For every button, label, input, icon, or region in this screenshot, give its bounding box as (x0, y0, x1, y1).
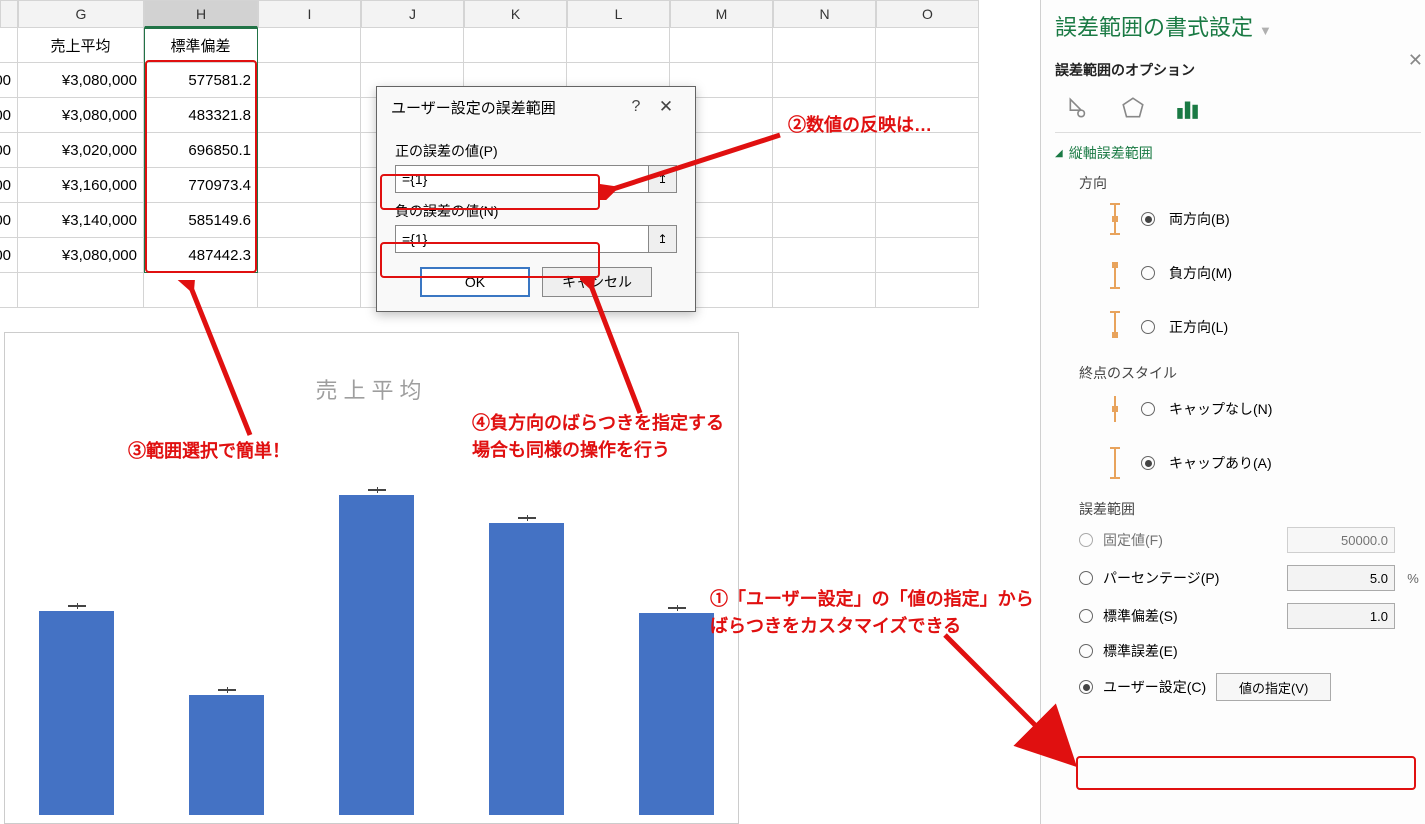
panel-title: 誤差範囲の書式設定▼ (1055, 10, 1421, 42)
col-header-I[interactable]: I (258, 0, 361, 28)
close-icon[interactable]: ✕ (651, 97, 681, 117)
chart-title: 売上平均 (5, 373, 738, 405)
chart[interactable]: 売上平均 (4, 332, 739, 824)
col-header-M[interactable]: M (670, 0, 773, 28)
specify-value-button[interactable]: 値の指定(V) (1216, 673, 1331, 701)
col-header-N[interactable]: N (773, 0, 876, 28)
col-header-L[interactable]: L (567, 0, 670, 28)
negative-error-input[interactable] (395, 225, 649, 253)
negative-error-label: 負の誤差の値(N) (395, 201, 677, 221)
fixed-value-input[interactable] (1287, 527, 1395, 553)
direction-both-label: 両方向(B) (1169, 209, 1230, 229)
cell[interactable] (0, 28, 18, 63)
stdev-input[interactable] (1287, 603, 1395, 629)
cap-none-radio[interactable] (1141, 402, 1155, 416)
positive-error-label: 正の誤差の値(P) (395, 141, 677, 161)
cell-header-G[interactable]: 売上平均 (18, 28, 144, 63)
help-icon[interactable]: ? (621, 98, 651, 116)
col-header-O[interactable]: O (876, 0, 979, 28)
ok-button[interactable]: OK (420, 267, 530, 297)
close-icon[interactable]: ✕ (1408, 50, 1423, 71)
cell-header-H[interactable]: 標準偏差 (144, 28, 258, 63)
fill-line-tab-icon[interactable] (1065, 94, 1093, 122)
cell[interactable]: 577581.2 (144, 63, 258, 98)
stderr-radio[interactable] (1079, 644, 1093, 658)
col-header-F[interactable] (0, 0, 18, 28)
range-select-icon[interactable]: ↥ (649, 225, 677, 253)
direction-both-radio[interactable] (1141, 212, 1155, 226)
direction-plus-radio[interactable] (1141, 320, 1155, 334)
chevron-down-icon[interactable]: ▼ (1259, 23, 1272, 38)
plus-direction-icon (1103, 309, 1127, 345)
cell[interactable]: ¥3,080,000 (18, 63, 144, 98)
positive-error-input[interactable] (395, 165, 649, 193)
both-direction-icon (1103, 201, 1127, 237)
error-amount-group-label: 誤差範囲 (1079, 499, 1421, 519)
percentage-radio[interactable] (1079, 571, 1093, 585)
direction-group-label: 方向 (1079, 173, 1421, 193)
col-header-H[interactable]: H (144, 0, 258, 28)
stdev-radio[interactable] (1079, 609, 1093, 623)
custom-error-bar-dialog: ユーザー設定の誤差範囲 ? ✕ 正の誤差の値(P) ↥ 負の誤差の値(N) ↥ … (376, 86, 696, 312)
user-defined-radio[interactable] (1079, 680, 1093, 694)
range-select-icon[interactable]: ↥ (649, 165, 677, 193)
cap-with-radio[interactable] (1141, 456, 1155, 470)
annotation-1: ①「ユーザー設定」の「値の指定」から ばらつきをカスタマイズできる (710, 586, 1034, 640)
error-bar-options-tab-icon[interactable] (1173, 94, 1201, 122)
column-headers: G H I J K L M N O (0, 0, 1000, 28)
dialog-title: ユーザー設定の誤差範囲 (391, 97, 556, 118)
format-error-bars-panel: 誤差範囲の書式設定▼ ✕ 誤差範囲のオプション ◢縦軸誤差範囲 方向 両方向(B… (1040, 0, 1425, 824)
minus-direction-icon (1103, 255, 1127, 291)
with-cap-icon (1103, 445, 1127, 481)
section-vertical-error-bar[interactable]: ◢縦軸誤差範囲 (1055, 143, 1421, 163)
col-header-J[interactable]: J (361, 0, 464, 28)
fixed-value-radio[interactable] (1079, 533, 1093, 547)
chart-plot-area (5, 435, 738, 815)
endstyle-group-label: 終点のスタイル (1079, 363, 1421, 383)
cancel-button[interactable]: キャンセル (542, 267, 652, 297)
col-header-G[interactable]: G (18, 0, 144, 28)
panel-subtitle: 誤差範囲のオプション (1055, 60, 1421, 80)
effects-tab-icon[interactable] (1119, 94, 1147, 122)
direction-minus-radio[interactable] (1141, 266, 1155, 280)
no-cap-icon (1103, 391, 1127, 427)
percentage-input[interactable] (1287, 565, 1395, 591)
col-header-K[interactable]: K (464, 0, 567, 28)
